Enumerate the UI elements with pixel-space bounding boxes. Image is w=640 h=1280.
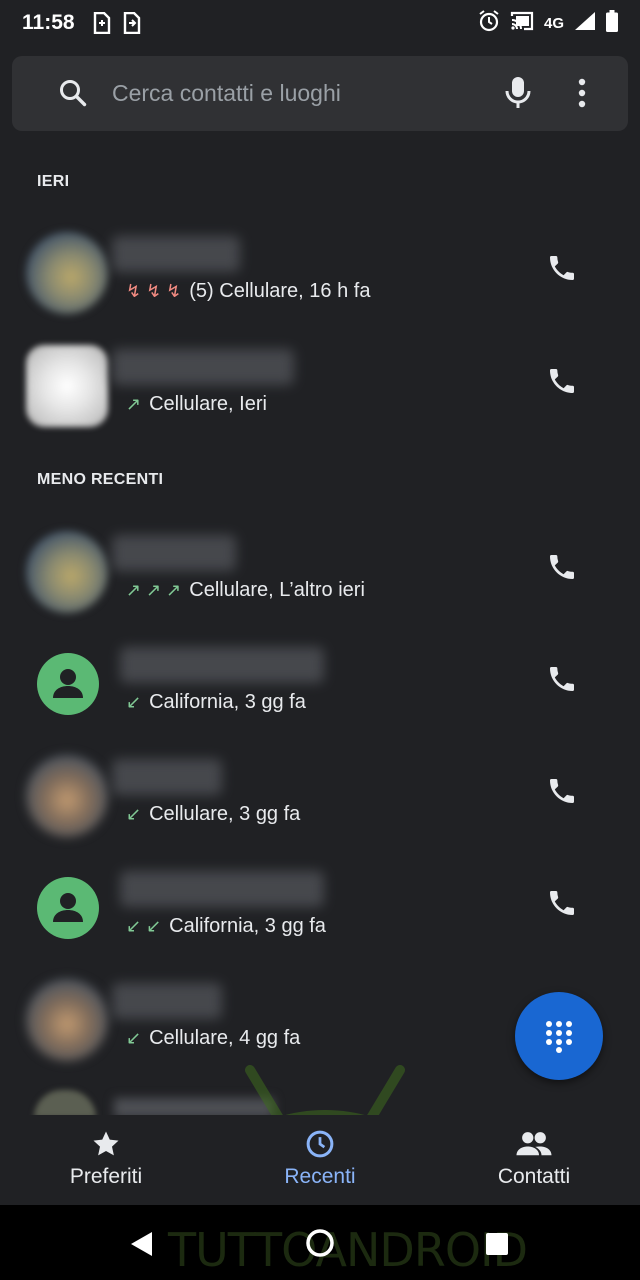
call-back-phone-icon[interactable]	[546, 551, 586, 591]
watermark-brand-text: TUTTOANDROID	[168, 1223, 528, 1277]
cast-icon	[510, 11, 534, 35]
call-log-row[interactable]: ↯ ↯ ↯ (5) Cellulare, 16 h fa	[0, 232, 640, 344]
person-icon	[53, 893, 83, 922]
call-back-phone-icon[interactable]	[546, 775, 586, 815]
more-options-icon[interactable]	[578, 78, 586, 113]
contact-name-redacted	[112, 349, 294, 385]
dialpad-icon	[546, 1021, 572, 1053]
bottom-navigation: Preferiti Recenti Contatti	[0, 1115, 640, 1205]
call-log-row[interactable]: ↗ ↗ ↗ Cellulare, L’altro ieri	[0, 531, 640, 643]
call-detail-text: Cellulare, L’altro ieri	[189, 579, 365, 601]
incoming-call-icon: ↙	[126, 692, 142, 712]
tab-recents[interactable]: Recenti	[230, 1129, 410, 1189]
call-back-phone-icon[interactable]	[546, 252, 586, 292]
call-detail: ↙ California, 3 gg fa	[126, 691, 306, 714]
call-detail: ↙ Cellulare, 3 gg fa	[126, 803, 300, 826]
call-detail: ↗ Cellulare, Ieri	[126, 393, 267, 416]
outgoing-call-icon: ↗ ↗ ↗	[126, 580, 182, 600]
home-icon[interactable]	[304, 1227, 336, 1264]
battery-icon	[606, 10, 618, 36]
call-detail-text: California, 3 gg fa	[169, 915, 326, 937]
star-icon	[93, 1131, 119, 1156]
call-detail-text: (5) Cellulare, 16 h fa	[189, 280, 371, 302]
call-detail-text: Cellulare, 3 gg fa	[149, 803, 301, 825]
call-detail-text: Cellulare, Ieri	[149, 393, 267, 415]
outgoing-call-icon: ↗	[126, 394, 142, 414]
tab-favorites[interactable]: Preferiti	[16, 1129, 196, 1189]
section-header-older: MENO RECENTI	[37, 471, 164, 488]
contact-name-redacted	[112, 236, 240, 272]
avatar[interactable]	[37, 653, 99, 715]
call-log-row[interactable]: ↗ Cellulare, Ieri	[0, 345, 640, 457]
alarm-icon	[478, 10, 500, 36]
system-navigation-bar: TUTTOANDROID	[0, 1205, 640, 1280]
sim-icon-2	[123, 12, 141, 34]
tab-favorites-label: Preferiti	[69, 1165, 143, 1188]
search-input[interactable]: Cerca contatti e luoghi	[112, 80, 341, 107]
contact-name-redacted	[112, 535, 236, 571]
avatar[interactable]	[37, 877, 99, 939]
back-icon[interactable]	[130, 1231, 154, 1262]
tab-recents-label: Recenti	[284, 1165, 356, 1188]
contact-number-redacted	[120, 647, 324, 683]
call-log-row[interactable]: ↙ ↙ California, 3 gg fa	[0, 867, 640, 979]
avatar[interactable]	[26, 755, 108, 837]
people-icon	[516, 1132, 552, 1156]
call-detail-text: Cellulare, 4 gg fa	[149, 1027, 301, 1049]
call-log-row[interactable]: ↙ California, 3 gg fa	[0, 643, 640, 755]
contact-name-redacted	[112, 759, 222, 795]
incoming-call-icon: ↙	[126, 1028, 142, 1048]
avatar[interactable]	[26, 531, 108, 613]
contact-name-redacted	[112, 983, 222, 1019]
contact-number-redacted	[120, 871, 324, 907]
call-back-phone-icon[interactable]	[546, 365, 586, 405]
incoming-call-icon: ↙ ↙	[126, 916, 162, 936]
call-detail: ↯ ↯ ↯ (5) Cellulare, 16 h fa	[126, 280, 370, 303]
search-icon[interactable]	[58, 78, 88, 113]
call-detail: ↗ ↗ ↗ Cellulare, L’altro ieri	[126, 579, 365, 602]
status-time: 11:58	[22, 11, 75, 34]
clock-icon	[306, 1130, 334, 1158]
signal-icon	[574, 11, 596, 35]
search-bar[interactable]: Cerca contatti e luoghi	[12, 56, 628, 131]
call-back-phone-icon[interactable]	[546, 887, 586, 927]
call-log-row[interactable]: ↙ Cellulare, 3 gg fa	[0, 755, 640, 867]
mic-icon[interactable]	[504, 76, 532, 115]
avatar[interactable]	[26, 232, 108, 314]
network-type: 4G	[543, 14, 564, 32]
call-detail-text: California, 3 gg fa	[149, 691, 306, 713]
call-detail: ↙ Cellulare, 4 gg fa	[126, 1027, 300, 1050]
sim-icon	[93, 12, 111, 34]
incoming-call-icon: ↙	[126, 804, 142, 824]
missed-call-icon: ↯ ↯ ↯	[126, 281, 182, 301]
avatar[interactable]	[26, 979, 108, 1061]
call-back-phone-icon[interactable]	[546, 663, 586, 703]
overview-icon[interactable]	[485, 1232, 509, 1261]
call-detail: ↙ ↙ California, 3 gg fa	[126, 915, 326, 938]
avatar	[34, 1090, 96, 1118]
person-icon	[53, 669, 83, 698]
dialpad-button[interactable]	[515, 992, 603, 1080]
status-bar: 11:58 4G	[0, 0, 640, 46]
avatar[interactable]	[26, 345, 108, 427]
tab-contacts[interactable]: Contatti	[444, 1129, 624, 1189]
section-header-yesterday: IERI	[37, 173, 70, 190]
tab-contacts-label: Contatti	[497, 1165, 571, 1188]
